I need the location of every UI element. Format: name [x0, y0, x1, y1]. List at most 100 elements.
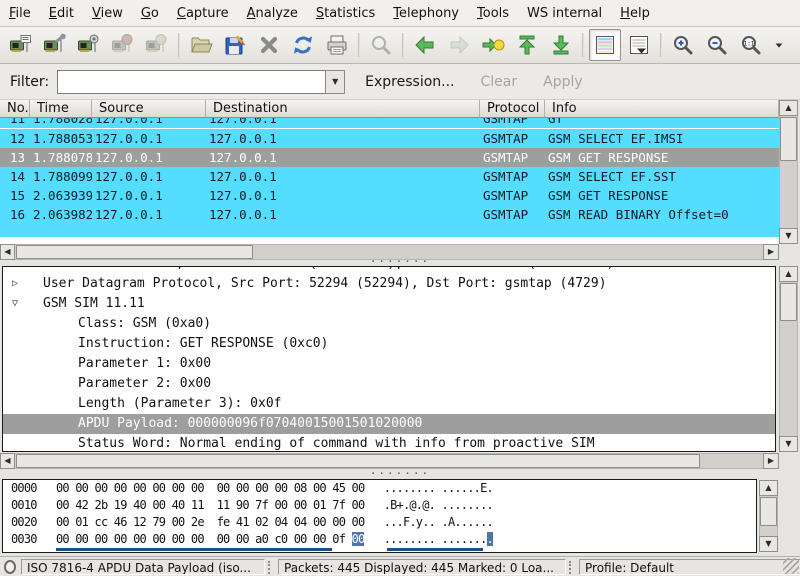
packet-row[interactable]: 141.788099127.0.0.1127.0.0.1GSMTAPGSM SE…	[0, 167, 779, 186]
hex-offset: 0000	[11, 481, 37, 495]
cell-time: 1.788053	[30, 131, 92, 146]
column-header-protocol[interactable]: Protocol	[480, 100, 545, 118]
window-resize-grip[interactable]	[783, 558, 799, 574]
scroll-up-button[interactable]: ▲	[779, 100, 798, 116]
scroll-thumb[interactable]	[760, 497, 777, 526]
print-button[interactable]	[321, 29, 353, 61]
zoom-out-button[interactable]	[701, 29, 733, 61]
scroll-down-button[interactable]: ▼	[779, 436, 798, 452]
scroll-right-button[interactable]: ▶	[763, 453, 779, 469]
expert-info-indicator[interactable]	[4, 560, 16, 574]
hex-bytes: fe 41 02 04 04 00 00 00	[217, 515, 365, 529]
expression-button[interactable]: Expression...	[359, 71, 460, 93]
menu-item-ws-internal[interactable]: WS internal	[518, 3, 611, 24]
detail-row[interactable]: ▽GSM SIM 11.11	[3, 294, 775, 314]
scroll-up-button[interactable]: ▲	[759, 480, 778, 496]
save-file-button[interactable]	[219, 29, 251, 61]
scroll-down-button[interactable]: ▼	[759, 536, 778, 552]
packet-row[interactable]: 121.788053127.0.0.1127.0.0.1GSMTAPGSM SE…	[0, 129, 779, 148]
go-top-icon	[515, 33, 539, 57]
goto-packet-button[interactable]	[477, 29, 509, 61]
detail-row-clipped[interactable]: Internet Protocol, Src: 127.0.0.1 (127.0…	[3, 267, 775, 274]
cell-info: GSM GET RESPONSE	[545, 150, 779, 165]
detail-row[interactable]: Length (Parameter 3): 0x0f	[3, 394, 775, 414]
menu-item-edit[interactable]: Edit	[40, 3, 83, 24]
go-forward-button[interactable]	[443, 29, 475, 61]
find-button[interactable]	[365, 29, 397, 61]
hex-bytes: 00 01 cc 46 12 79 00 2e	[56, 515, 204, 529]
filter-dropdown-button[interactable]: ▼	[325, 70, 345, 94]
cell-info: GSM SELECT EF.IMSI	[545, 131, 779, 146]
menu-item-statistics[interactable]: Statistics	[307, 3, 384, 24]
detail-text: APDU Payload: 000000096f0704001500150102…	[3, 414, 422, 434]
expander-collapsed-icon[interactable]: ▷	[12, 274, 18, 294]
capture-start-button[interactable]	[73, 29, 105, 61]
scroll-thumb[interactable]	[780, 117, 797, 161]
go-top-button[interactable]	[511, 29, 543, 61]
close-file-button[interactable]	[253, 29, 285, 61]
zoom-100-button[interactable]: 1:1	[735, 29, 767, 61]
cell-protocol: GSMTAP	[480, 131, 545, 146]
cell-destination: 127.0.0.1	[206, 188, 480, 203]
menu-item-file[interactable]: File	[0, 3, 40, 24]
open-file-button[interactable]	[185, 29, 217, 61]
scroll-thumb[interactable]	[16, 454, 700, 468]
capture-stop-button[interactable]	[107, 29, 139, 61]
detail-row[interactable]: ▷User Datagram Protocol, Src Port: 52294…	[3, 274, 775, 294]
packet-row-clipped[interactable]	[0, 224, 779, 237]
apply-button[interactable]: Apply	[537, 71, 589, 93]
detail-row[interactable]: Status Word: Normal ending of command wi…	[3, 434, 775, 452]
hex-row[interactable]: 0030 00 00 00 00 00 00 00 00 00 00 a0 c0…	[3, 531, 756, 548]
detail-row[interactable]: Parameter 1: 0x00	[3, 354, 775, 374]
column-header-source[interactable]: Source	[92, 100, 206, 118]
filter-input[interactable]	[57, 70, 325, 94]
scroll-down-button[interactable]: ▼	[779, 228, 798, 244]
list-interfaces-button[interactable]	[5, 29, 37, 61]
clear-button[interactable]: Clear	[475, 71, 524, 93]
hex-row[interactable]: 0010 00 42 2b 19 40 00 40 11 11 90 7f 00…	[3, 497, 756, 514]
menu-item-go[interactable]: Go	[132, 3, 168, 24]
zoom-in-button[interactable]	[667, 29, 699, 61]
reload-button[interactable]	[287, 29, 319, 61]
auto-scroll-button[interactable]	[623, 29, 655, 61]
hex-text	[204, 498, 217, 512]
menu-item-telephony[interactable]: Telephony	[384, 3, 468, 24]
go-bottom-button[interactable]	[545, 29, 577, 61]
hex-row[interactable]: 0000 00 00 00 00 00 00 00 00 00 00 00 00…	[3, 480, 756, 497]
scroll-thumb[interactable]	[780, 283, 797, 321]
hex-row[interactable]: 0020 00 01 cc 46 12 79 00 2e fe 41 02 04…	[3, 514, 756, 531]
pane-splitter[interactable]: ·······	[0, 469, 800, 479]
scroll-left-button[interactable]: ◀	[0, 453, 15, 469]
main-toolbar: 1:1	[0, 27, 800, 64]
detail-row[interactable]: Instruction: GET RESPONSE (0xc0)	[3, 334, 775, 354]
menu-item-tools[interactable]: Tools	[468, 3, 518, 24]
detail-row[interactable]: APDU Payload: 000000096f0704001500150102…	[3, 414, 775, 434]
packet-row[interactable]: 111.788028127.0.0.1127.0.0.1GSMTAPGT	[0, 118, 779, 128]
expander-expanded-icon[interactable]: ▽	[12, 294, 18, 314]
menu-item-view[interactable]: View	[83, 3, 132, 24]
print-icon	[325, 33, 349, 57]
packet-row[interactable]: 162.063982127.0.0.1127.0.0.1GSMTAPGSM RE…	[0, 205, 779, 224]
capture-options-button[interactable]	[39, 29, 71, 61]
capture-restart-button[interactable]	[141, 29, 173, 61]
packet-row[interactable]: 152.063939127.0.0.1127.0.0.1GSMTAPGSM GE…	[0, 186, 779, 205]
colorize-button[interactable]	[589, 29, 621, 61]
column-header-info[interactable]: Info	[545, 100, 779, 118]
column-header-no[interactable]: No.	[0, 100, 30, 118]
column-header-destination[interactable]: Destination	[206, 100, 480, 118]
menu-item-analyze[interactable]: Analyze	[238, 3, 307, 24]
go-back-button[interactable]	[409, 29, 441, 61]
cell-source: 127.0.0.1	[92, 150, 206, 165]
scroll-up-button[interactable]: ▲	[779, 266, 798, 282]
packet-row-clipped[interactable]: 111.788028127.0.0.1127.0.0.1GSMTAPGT	[0, 118, 779, 129]
detail-row[interactable]: Internet Protocol, Src: 127.0.0.1 (127.0…	[3, 267, 775, 274]
packet-row[interactable]: 131.788078127.0.0.1127.0.0.1GSMTAPGSM GE…	[0, 148, 779, 167]
detail-row[interactable]: Class: GSM (0xa0)	[3, 314, 775, 334]
menu-item-help[interactable]: Help	[611, 3, 659, 24]
detail-row[interactable]: Parameter 2: 0x00	[3, 374, 775, 394]
column-header-time[interactable]: Time	[30, 100, 92, 118]
pane-splitter[interactable]: ·······	[0, 258, 800, 266]
scroll-thumb[interactable]	[16, 245, 253, 259]
menu-item-capture[interactable]: Capture	[168, 3, 238, 24]
more-options-button[interactable]	[769, 29, 789, 61]
